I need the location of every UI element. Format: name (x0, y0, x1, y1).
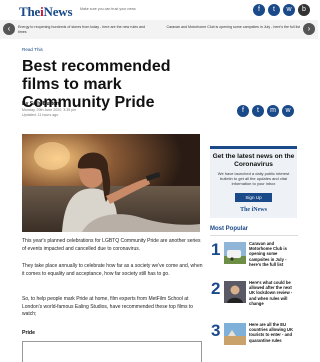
published-date: Monday, 29th June 2020, 3:35 pm (22, 108, 77, 112)
article-subheading: Pride (22, 330, 35, 336)
menu-icon[interactable]: b (298, 4, 310, 16)
site-header: TheiNews Make sure you can trust your ne… (0, 0, 318, 21)
site-logo[interactable]: TheiNews (19, 4, 73, 20)
share-twitter-icon[interactable]: t (252, 105, 264, 117)
article-paragraph: This year's planned celebrations for LGB… (22, 238, 201, 252)
most-popular-title: Most Popular (210, 226, 249, 232)
travel-thumbnail (224, 323, 246, 345)
hero-illustration (22, 134, 200, 232)
promo-text: We have launched a daily public interest… (217, 171, 290, 187)
facebook-icon[interactable]: f (253, 4, 265, 16)
ticker-next-button[interactable]: › (303, 23, 315, 35)
article-paragraph: They take place annually to celebrate ho… (22, 263, 203, 277)
caravan-thumbnail (224, 242, 246, 264)
most-popular-text: Here's what could be allowed after the n… (249, 280, 293, 306)
ticker-item[interactable]: Caravan and Motorhome Club is opening so… (166, 25, 300, 30)
article-dates: Monday, 29th June 2020, 3:35 pm Updated:… (22, 108, 76, 117)
hero-image (22, 134, 200, 232)
promo-title: Get the latest news on the Coronavirus (212, 153, 295, 168)
share-messenger-icon[interactable]: m (267, 105, 279, 117)
rank-number: 1 (211, 240, 221, 259)
rank-number: 2 (211, 279, 221, 298)
article-byline[interactable]: By Sally Burton (22, 101, 59, 107)
logo-the: The (19, 4, 41, 19)
divider (210, 235, 298, 236)
logo-news: News (43, 4, 73, 19)
sign-up-button[interactable]: Sign Up (235, 193, 272, 203)
ticker-prev-button[interactable]: ‹ (3, 23, 15, 35)
article-paragraph: So, to help people mark Pride at home, f… (22, 296, 194, 318)
news-ticker: ‹ Energy to reopening hundreds of stores… (0, 20, 318, 39)
most-popular-item[interactable]: 3 Here are all the EU countries allowing… (210, 322, 298, 356)
section-link[interactable]: Read This (22, 47, 43, 52)
site-tagline: Make sure you can trust your news (80, 7, 136, 11)
ticker-item[interactable]: Energy to reopening hundreds of stores f… (18, 25, 153, 34)
most-popular-item[interactable]: 2 Here's what could be allowed after the… (210, 280, 298, 314)
most-popular-text: Here are all the EU countries allowing U… (249, 322, 293, 343)
portrait-thumbnail (224, 281, 246, 303)
whatsapp-icon[interactable]: w (283, 4, 295, 16)
rank-number: 3 (211, 321, 221, 340)
most-popular-text: Caravan and Motorhome Club is opening so… (249, 241, 287, 267)
twitter-icon[interactable]: t (268, 4, 280, 16)
embedded-media-frame[interactable] (22, 341, 202, 362)
promo-logo: The iNews (240, 207, 267, 214)
share-whatsapp-icon[interactable]: w (282, 105, 294, 117)
most-popular-item[interactable]: 1 Caravan and Motorhome Club is opening … (210, 241, 298, 275)
newsletter-promo: Get the latest news on the Coronavirus W… (210, 146, 297, 218)
share-facebook-icon[interactable]: f (237, 105, 249, 117)
updated-date: Updated: 11 hours ago (22, 112, 59, 117)
